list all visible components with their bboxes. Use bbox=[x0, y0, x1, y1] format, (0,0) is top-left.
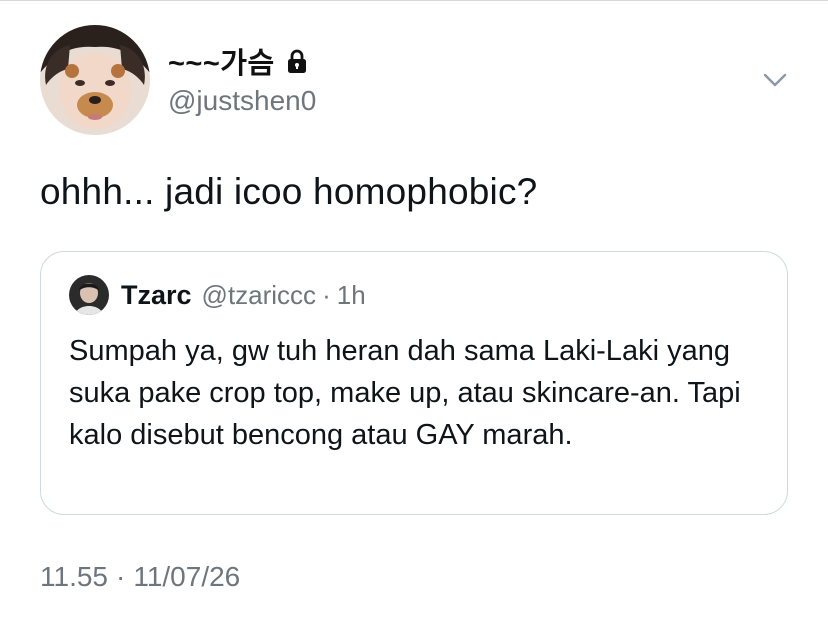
author-name-row: ~~~가슴 bbox=[168, 41, 311, 81]
quoted-author-handle[interactable]: @tzariccc bbox=[202, 280, 317, 311]
timestamp-separator: · bbox=[116, 561, 126, 592]
quoted-tweet-header: Tzarc @tzariccc · 1h bbox=[69, 274, 366, 316]
quoted-author-avatar[interactable] bbox=[69, 275, 109, 315]
chevron-down-icon[interactable] bbox=[760, 65, 790, 95]
lock-icon bbox=[287, 49, 306, 73]
tweet: ~~~가슴 @justshen0 ohhh... jadi icoo homop… bbox=[0, 0, 828, 620]
quoted-separator: · bbox=[322, 279, 331, 310]
author-display-name[interactable]: ~~~가슴 bbox=[168, 40, 275, 82]
quoted-time[interactable]: 1h bbox=[337, 280, 366, 311]
quoted-tweet-text: Sumpah ya, gw tuh heran dah sama Laki-La… bbox=[69, 335, 741, 451]
tweet-text: ohhh... jadi icoo homophobic? bbox=[40, 171, 538, 212]
timestamp-time: 11.55 bbox=[40, 561, 108, 592]
author-handle[interactable]: @justshen0 bbox=[168, 85, 316, 117]
tweet-timestamp[interactable]: 11.55 · 11/07/26 bbox=[40, 561, 240, 593]
avatar-image bbox=[40, 25, 150, 135]
quoted-tweet-card[interactable]: Tzarc @tzariccc · 1h Sumpah ya, gw tuh h… bbox=[40, 251, 788, 515]
quoted-author-name[interactable]: Tzarc bbox=[121, 280, 192, 311]
timestamp-date: 11/07/26 bbox=[133, 561, 241, 592]
author-avatar[interactable] bbox=[40, 25, 150, 135]
quoted-avatar-image bbox=[69, 275, 109, 315]
